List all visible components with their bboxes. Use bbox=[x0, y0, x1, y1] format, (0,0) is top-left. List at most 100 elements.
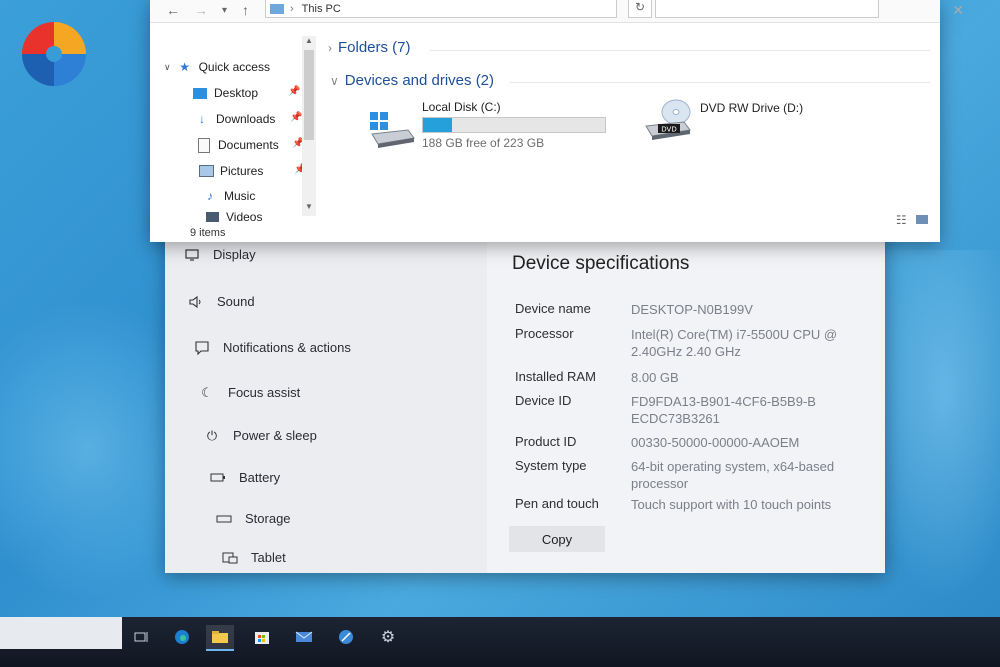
divider bbox=[430, 50, 930, 51]
nav-item-label: Storage bbox=[245, 511, 291, 526]
nav-item-focus-assist[interactable]: ☾ Focus assist bbox=[198, 384, 300, 401]
nav-item-label: Battery bbox=[239, 470, 281, 485]
sidebar-item-desktop[interactable]: Desktop bbox=[192, 86, 258, 100]
spec-row-pen-and-touch: Pen and touch Touch support with 10 touc… bbox=[515, 496, 881, 513]
nav-item-power-sleep[interactable]: ⏻ Power & sleep bbox=[203, 427, 317, 444]
sidebar-item-documents[interactable]: Documents bbox=[196, 137, 279, 153]
drive-item-local-disk[interactable]: Local Disk (C:) 188 GB free of 223 GB bbox=[368, 100, 606, 150]
spec-value: 8.00 GB bbox=[631, 370, 679, 385]
recent-locations-chevron-icon[interactable]: ▾ bbox=[222, 5, 227, 16]
folders-group-header[interactable]: › Folders (7) bbox=[328, 39, 411, 56]
nav-item-display[interactable]: Display bbox=[183, 247, 256, 262]
folders-group-label: Folders (7) bbox=[338, 39, 411, 56]
sidebar-item-downloads[interactable]: ↓ Downloads bbox=[194, 112, 275, 126]
scroll-down-icon[interactable]: ▼ bbox=[305, 202, 313, 211]
this-pc-icon bbox=[270, 3, 284, 14]
sidebar-item-label: Desktop bbox=[214, 86, 259, 100]
spec-value: DESKTOP-N0B199V bbox=[631, 302, 753, 317]
nav-item-battery[interactable]: Battery bbox=[209, 470, 280, 485]
desktop-folder-icon bbox=[192, 86, 208, 100]
spec-value: Touch support with 10 touch points bbox=[631, 497, 832, 512]
sidebar-item-music[interactable]: ♪ Music bbox=[202, 189, 255, 203]
chevron-down-icon: ∨ bbox=[330, 73, 339, 88]
tablet-icon bbox=[221, 551, 239, 565]
star-icon: ★ bbox=[179, 60, 190, 74]
sidebar-item-label: Documents bbox=[218, 138, 279, 152]
drive-item-dvd[interactable]: DVD DVD RW Drive (D:) bbox=[642, 98, 803, 144]
spec-label: System type bbox=[515, 458, 587, 473]
spec-row-system-type: System type 64-bit operating system, x64… bbox=[515, 458, 861, 492]
scrollbar-thumb[interactable] bbox=[304, 50, 314, 140]
spec-title: Device specifications bbox=[512, 253, 690, 274]
quick-access-item[interactable]: ∨ ★ Quick access bbox=[164, 60, 270, 74]
drive-usage-fill bbox=[423, 118, 452, 132]
nav-item-storage[interactable]: Storage bbox=[215, 511, 291, 526]
drive-name: DVD RW Drive (D:) bbox=[700, 101, 804, 115]
file-explorer-icon[interactable] bbox=[206, 625, 234, 651]
hard-drive-icon bbox=[370, 112, 415, 148]
drive-free-space: 188 GB free of 223 GB bbox=[422, 136, 545, 150]
taskbar-search-area[interactable] bbox=[0, 617, 122, 649]
spec-value: 64-bit operating system, x64-based proce… bbox=[631, 459, 835, 491]
copy-button[interactable]: Copy bbox=[509, 526, 605, 552]
quick-access-label: Quick access bbox=[198, 60, 270, 74]
status-item-count: 9 items bbox=[190, 227, 226, 239]
details-view-icon[interactable]: ☷ bbox=[896, 213, 907, 227]
power-icon: ⏻ bbox=[206, 427, 218, 443]
devices-group-label: Devices and drives (2) bbox=[344, 72, 495, 89]
nav-item-label: Sound bbox=[217, 294, 255, 309]
spec-value: 00330-50000-00000-AAOEM bbox=[631, 435, 800, 450]
nav-item-sound[interactable]: Sound bbox=[187, 294, 255, 309]
spec-row-processor: Processor Intel(R) Core(TM) i7-5500U CPU… bbox=[515, 326, 861, 360]
spec-label: Product ID bbox=[515, 434, 577, 449]
forward-arrow-icon[interactable]: → bbox=[194, 2, 208, 18]
breadcrumb-this-pc[interactable]: This PC bbox=[302, 3, 341, 15]
address-toolbar: ← → ▾ ↑ › This PC ↻ ✕ bbox=[150, 0, 964, 23]
spec-row-installed-ram: Installed RAM 8.00 GB bbox=[515, 369, 861, 386]
search-input[interactable] bbox=[655, 0, 879, 18]
nav-item-notifications[interactable]: Notifications & actions bbox=[193, 340, 351, 355]
settings-gear-icon[interactable]: ⚙ bbox=[374, 625, 402, 649]
spec-row-product-id: Product ID 00330-50000-00000-AAOEM bbox=[515, 434, 861, 451]
edge-browser-icon[interactable] bbox=[168, 625, 196, 649]
navigation-scrollbar[interactable]: ▲ ▼ bbox=[302, 36, 316, 216]
store-icon[interactable] bbox=[248, 625, 276, 649]
close-icon[interactable]: ✕ bbox=[952, 2, 964, 19]
nav-item-label: Power & sleep bbox=[233, 428, 317, 443]
back-arrow-icon[interactable]: ← bbox=[166, 2, 180, 18]
chevron-down-icon: ∨ bbox=[164, 61, 171, 72]
nav-item-tablet[interactable]: Tablet bbox=[221, 550, 286, 565]
mail-icon[interactable] bbox=[290, 625, 318, 649]
divider bbox=[510, 82, 930, 83]
drive-details: Local Disk (C:) 188 GB free of 223 GB bbox=[422, 100, 606, 150]
scroll-up-icon[interactable]: ▲ bbox=[305, 36, 313, 45]
spec-label: Installed RAM bbox=[515, 369, 596, 384]
pin-icon: 📌 bbox=[288, 86, 301, 97]
address-bar[interactable]: › This PC bbox=[265, 0, 617, 18]
moon-icon: ☾ bbox=[201, 384, 213, 400]
monitor-icon bbox=[183, 248, 201, 262]
spec-label: Processor bbox=[515, 326, 574, 341]
sidebar-item-label: Downloads bbox=[216, 112, 276, 126]
sidebar-item-videos[interactable]: Videos bbox=[204, 212, 262, 222]
drive-usage-bar bbox=[422, 117, 606, 133]
battery-icon bbox=[209, 471, 227, 485]
devices-group-header[interactable]: ∨ Devices and drives (2) bbox=[330, 72, 494, 89]
documents-folder-icon bbox=[196, 137, 212, 153]
videos-folder-icon bbox=[204, 212, 220, 222]
spec-label: Device name bbox=[515, 301, 591, 316]
sidebar-item-pictures[interactable]: Pictures bbox=[198, 164, 263, 178]
refresh-icon[interactable]: ↻ bbox=[628, 0, 652, 18]
nav-item-label: Notifications & actions bbox=[223, 340, 351, 355]
file-explorer-window: ← → ▾ ↑ › This PC ↻ ✕ ∨ ★ Quick access D… bbox=[150, 0, 964, 242]
task-view-icon[interactable] bbox=[128, 625, 156, 649]
large-icons-view-icon[interactable] bbox=[916, 215, 928, 224]
browser-icon[interactable] bbox=[332, 625, 360, 649]
watermark-logo-icon bbox=[22, 22, 86, 86]
drive-name: Local Disk (C:) bbox=[422, 100, 501, 114]
spec-value: Intel(R) Core(TM) i7-5500U CPU @ 2.40GHz… bbox=[631, 327, 838, 359]
view-toggle: ☷ bbox=[896, 213, 928, 227]
pictures-folder-icon bbox=[198, 164, 214, 178]
nav-item-label: Display bbox=[213, 247, 256, 262]
up-arrow-icon[interactable]: ↑ bbox=[242, 2, 249, 18]
